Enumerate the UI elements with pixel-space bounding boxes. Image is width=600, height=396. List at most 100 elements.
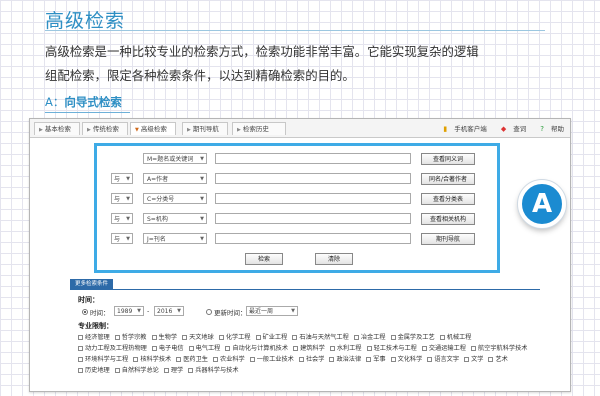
field-select[interactable]: M=题名或关键词 ▼	[143, 153, 207, 164]
subject-checkbox[interactable]: 水利工程	[329, 343, 362, 354]
subject-checkbox[interactable]: 文化科学	[390, 354, 422, 365]
subject-checkbox[interactable]: 一般工业技术	[249, 354, 294, 365]
chevron-down-icon: ▼	[200, 236, 204, 242]
subject-checkbox[interactable]: 生物学	[151, 332, 177, 343]
chevron-down-icon: ▼	[291, 308, 295, 314]
search-button[interactable]: 检索	[245, 253, 283, 265]
subject-checkbox[interactable]: 石油与天然气工程	[292, 332, 349, 343]
journal-nav-button[interactable]: 期刊导航	[421, 233, 475, 245]
help-link[interactable]: ? 帮助	[534, 125, 564, 133]
update-time-select[interactable]: 最近一周 ▼	[246, 306, 298, 316]
search-term-input[interactable]	[215, 173, 411, 184]
year-to-select[interactable]: 2016 ▼	[154, 306, 184, 316]
subject-checkbox[interactable]: 航空宇航科学技术	[471, 343, 528, 354]
checkbox-icon	[114, 368, 120, 373]
subject-checkbox[interactable]: 经济管理	[78, 332, 110, 343]
subject-label-text: 航空宇航科学技术	[478, 345, 528, 352]
checkbox-icon	[298, 357, 304, 362]
subject-checkbox[interactable]: 交通运输工程	[421, 343, 466, 354]
institution-button[interactable]: 查看相关机构	[421, 213, 475, 225]
subject-checkbox[interactable]: 哲学宗教	[114, 332, 147, 343]
subject-checkbox[interactable]: 自动化与计算机技术	[225, 343, 288, 354]
subject-checkbox[interactable]: 天文地球	[182, 332, 214, 343]
field-select-value: A=作者	[147, 176, 169, 183]
subject-checkbox[interactable]: 医药卫生	[176, 354, 208, 365]
year-to-value: 2016	[157, 308, 173, 315]
page-title: 高级检索	[45, 10, 126, 32]
subject-checkbox[interactable]: 电子电信	[151, 343, 184, 354]
chevron-down-icon: ▼	[137, 308, 141, 314]
search-term-input[interactable]	[215, 153, 411, 164]
checkbox-icon	[78, 368, 83, 373]
synonym-button[interactable]: 查看同义词	[421, 153, 475, 165]
query-link[interactable]: ◆ 查词	[495, 125, 526, 133]
time-radio[interactable]	[82, 309, 88, 315]
tab-traditional-search[interactable]: ▶ 传统检索	[82, 122, 128, 135]
subject-checkbox[interactable]: 语言文字	[427, 354, 459, 365]
operator-select[interactable]: 与 ▼	[111, 173, 133, 184]
classification-button[interactable]: 查看分类表	[421, 193, 475, 205]
tab-advanced-search[interactable]: ▼ 高级检索	[130, 122, 176, 135]
coauthor-button[interactable]: 同名/合著作者	[421, 173, 475, 185]
subject-label-text: 军事	[373, 356, 386, 363]
chevron-down-icon: ▼	[177, 308, 181, 314]
field-select[interactable]: C=分类号 ▼	[143, 193, 207, 204]
year-from-select[interactable]: 1989 ▼	[114, 306, 144, 316]
subject-checkbox[interactable]: 冶金工程	[353, 332, 386, 343]
subject-checkbox[interactable]: 农业科学	[213, 354, 245, 365]
operator-select[interactable]: 与 ▼	[111, 193, 133, 204]
checkbox-icon	[163, 368, 169, 373]
tab-search-history[interactable]: ▶ 检索历史	[232, 122, 286, 135]
subject-checkbox[interactable]: 兵器科学与技术	[188, 365, 239, 376]
operator-select[interactable]: 与 ▼	[111, 233, 133, 244]
subject-checkbox[interactable]: 环境科学与工程	[78, 354, 128, 365]
subject-checkbox[interactable]: 军事	[366, 354, 386, 365]
subject-label-text: 文学	[471, 356, 484, 363]
subject-checkbox[interactable]: 动力工程及工程热物理	[78, 343, 147, 354]
subheading: A：向导式检索	[45, 94, 122, 110]
title-divider	[45, 30, 545, 31]
tab-arrow-icon: ▼	[135, 127, 139, 133]
subject-checkbox[interactable]: 化学工程	[218, 332, 251, 343]
subject-checkbox[interactable]: 理学	[163, 365, 183, 376]
field-select[interactable]: A=作者 ▼	[143, 173, 207, 184]
subject-checkbox[interactable]: 建筑科学	[293, 343, 325, 354]
search-term-input[interactable]	[215, 213, 411, 224]
subject-checkbox[interactable]: 机械工程	[439, 332, 471, 343]
subject-checkbox[interactable]: 社会学	[298, 354, 324, 365]
checkbox-icon	[353, 335, 359, 340]
chevron-down-icon: ▼	[126, 196, 130, 202]
operator-select[interactable]: 与 ▼	[111, 213, 133, 224]
subject-checkbox[interactable]: 自然科学总论	[114, 365, 159, 376]
subject-checkbox[interactable]: 矿业工程	[255, 332, 287, 343]
checkbox-icon	[366, 346, 372, 351]
tab-arrow-icon: ▶	[87, 127, 91, 133]
search-term-input[interactable]	[215, 233, 411, 244]
subject-checkbox[interactable]: 核科学技术	[133, 354, 171, 365]
operator-value: 与	[114, 196, 121, 203]
subject-checkbox[interactable]: 历史地理	[78, 365, 110, 376]
subject-checkbox[interactable]: 轻工技术与工程	[366, 343, 417, 354]
clear-button[interactable]: 清除	[315, 253, 353, 265]
subject-checkbox[interactable]: 文学	[464, 354, 483, 365]
subject-checkbox[interactable]: 电气工程	[188, 343, 220, 354]
field-select[interactable]: J=刊名 ▼	[143, 233, 207, 244]
checkbox-icon	[133, 357, 139, 362]
mobile-client-link[interactable]: ▮ 手机客户端	[437, 125, 486, 133]
chevron-down-icon: ▼	[200, 176, 204, 182]
subject-checkbox[interactable]: 金属学及工艺	[390, 332, 435, 343]
chevron-down-icon: ▼	[200, 196, 204, 202]
description-line-1: 高级检索是一种比较专业的检索方式，检索功能非常丰富。它能实现复杂的逻辑	[45, 44, 479, 59]
checkbox-icon	[151, 335, 157, 340]
tab-basic-search[interactable]: ▶ 基本检索	[34, 122, 80, 135]
search-term-input[interactable]	[215, 193, 411, 204]
update-time-radio[interactable]	[206, 309, 212, 315]
subject-label-text: 轻工技术与工程	[373, 345, 417, 352]
subject-checkbox[interactable]: 艺术	[488, 354, 508, 365]
operator-value: 与	[114, 216, 121, 223]
field-select[interactable]: S=机构 ▼	[143, 213, 207, 224]
more-conditions-tab[interactable]: 更多检索条件	[70, 279, 114, 289]
subject-checkbox[interactable]: 政治法律	[329, 354, 361, 365]
tab-journal-navigation[interactable]: ▶ 期刊导航	[182, 122, 228, 135]
tab-label: 高级检索	[140, 125, 167, 133]
